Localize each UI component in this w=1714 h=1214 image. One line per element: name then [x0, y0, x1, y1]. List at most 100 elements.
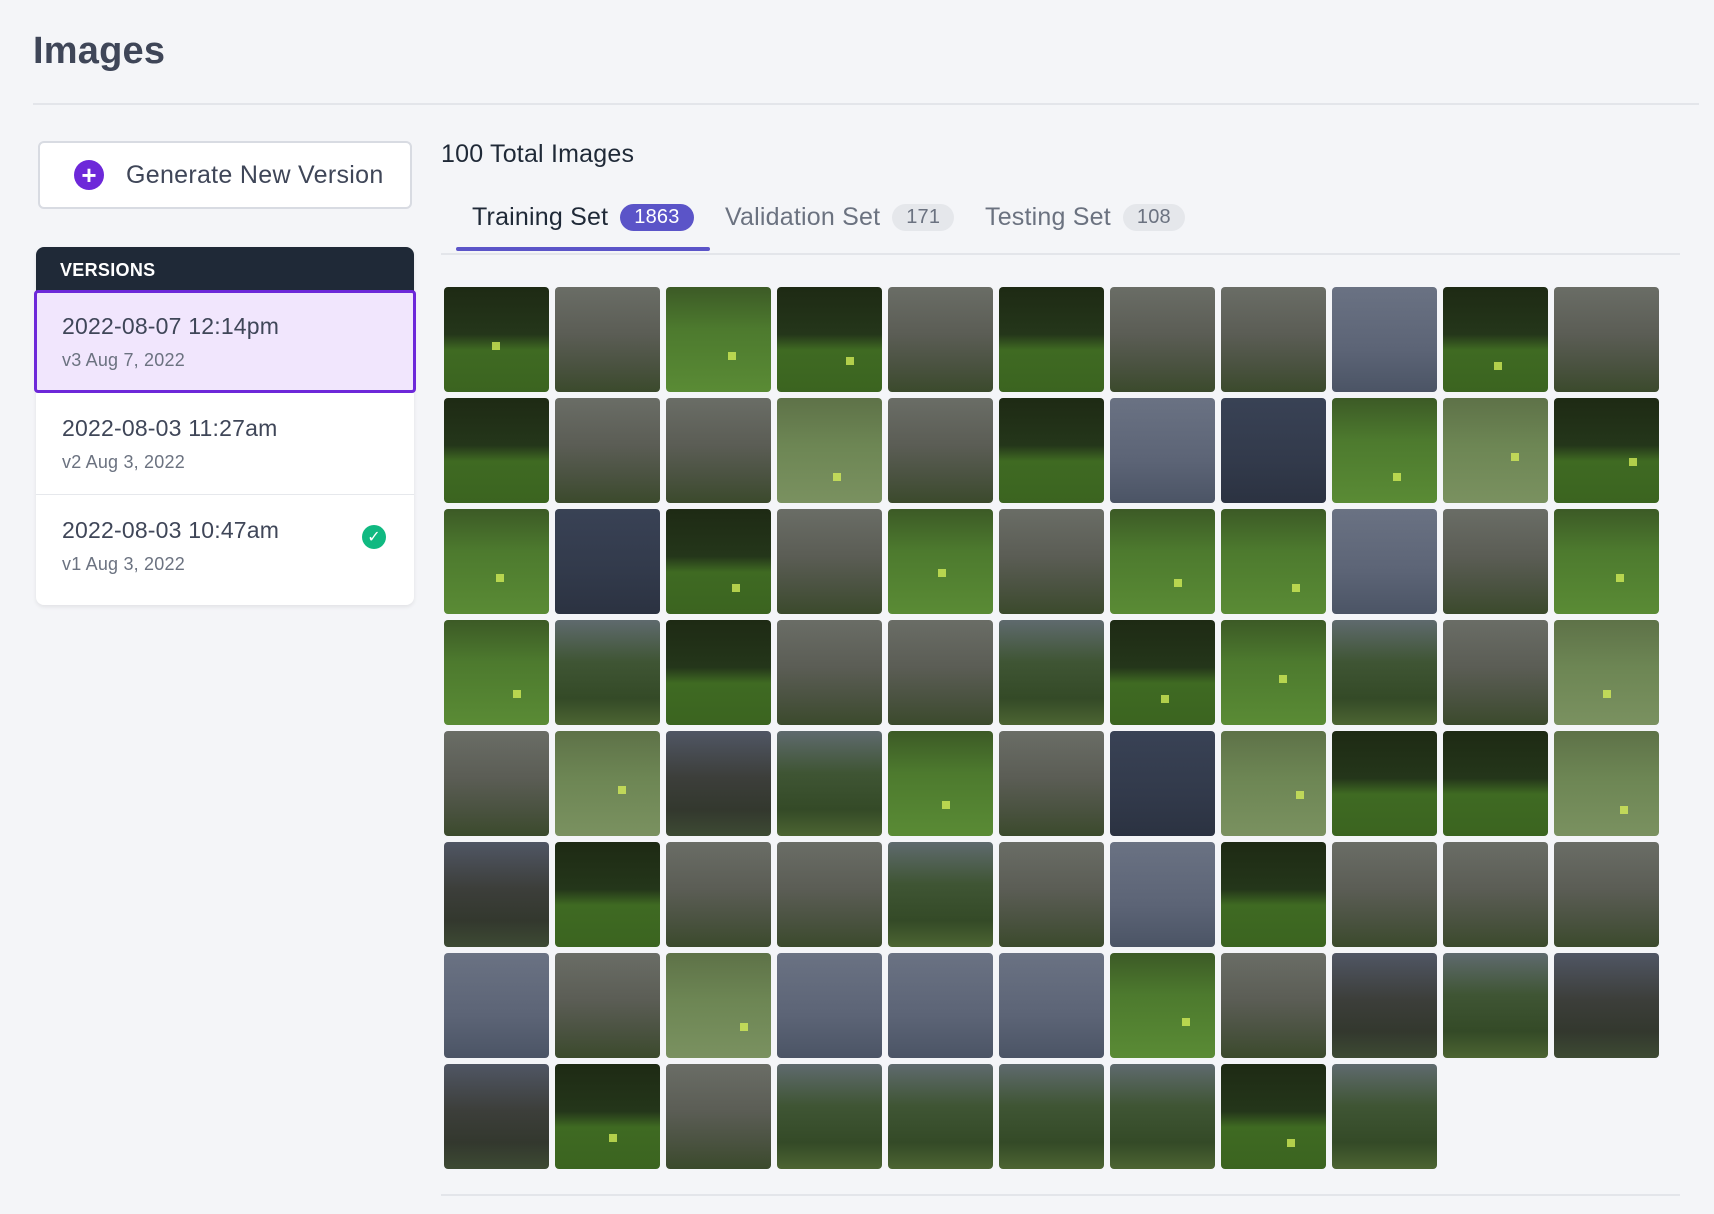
image-thumbnail[interactable]	[888, 1064, 993, 1169]
image-thumbnail[interactable]	[777, 398, 882, 503]
image-thumbnail[interactable]	[1110, 953, 1215, 1058]
image-thumbnail[interactable]	[666, 620, 771, 725]
image-thumbnail[interactable]	[1554, 509, 1659, 614]
image-thumbnail[interactable]	[999, 287, 1104, 392]
annotation-marker	[732, 584, 740, 592]
image-thumbnail[interactable]	[666, 1064, 771, 1169]
image-thumbnail[interactable]	[1110, 620, 1215, 725]
image-thumbnail[interactable]	[1110, 398, 1215, 503]
image-thumbnail[interactable]	[999, 620, 1104, 725]
image-thumbnail[interactable]	[1110, 287, 1215, 392]
image-thumbnail[interactable]	[1221, 1064, 1326, 1169]
image-thumbnail[interactable]	[666, 398, 771, 503]
image-thumbnail[interactable]	[444, 287, 549, 392]
page-title: Images	[33, 30, 166, 72]
image-thumbnail[interactable]	[1554, 842, 1659, 947]
image-thumbnail[interactable]	[1332, 731, 1437, 836]
image-thumbnail[interactable]	[444, 620, 549, 725]
image-thumbnail[interactable]	[555, 509, 660, 614]
annotation-marker	[1296, 791, 1304, 799]
image-thumbnail[interactable]	[1221, 842, 1326, 947]
image-thumbnail[interactable]	[1221, 287, 1326, 392]
image-thumbnail[interactable]	[666, 731, 771, 836]
image-thumbnail[interactable]	[666, 287, 771, 392]
image-thumbnail[interactable]	[999, 842, 1104, 947]
image-thumbnail[interactable]	[1332, 842, 1437, 947]
image-thumbnail[interactable]	[1332, 398, 1437, 503]
version-item-v2[interactable]: 2022-08-03 11:27am v2 Aug 3, 2022	[36, 393, 414, 495]
image-thumbnail[interactable]	[444, 398, 549, 503]
image-thumbnail[interactable]	[888, 620, 993, 725]
image-thumbnail[interactable]	[888, 953, 993, 1058]
image-thumbnail[interactable]	[888, 509, 993, 614]
image-thumbnail[interactable]	[777, 731, 882, 836]
image-thumbnail[interactable]	[999, 398, 1104, 503]
image-thumbnail[interactable]	[1443, 953, 1548, 1058]
image-thumbnail[interactable]	[1221, 953, 1326, 1058]
image-thumbnail[interactable]	[777, 842, 882, 947]
image-thumbnail[interactable]	[888, 287, 993, 392]
image-thumbnail[interactable]	[1443, 398, 1548, 503]
image-thumbnail[interactable]	[777, 509, 882, 614]
image-thumbnail[interactable]	[1554, 287, 1659, 392]
image-thumbnail[interactable]	[666, 509, 771, 614]
image-thumbnail[interactable]	[1110, 1064, 1215, 1169]
image-thumbnail[interactable]	[444, 509, 549, 614]
image-thumbnail[interactable]	[1221, 398, 1326, 503]
image-thumbnail[interactable]	[999, 509, 1104, 614]
image-thumbnail[interactable]	[1443, 842, 1548, 947]
image-thumbnail[interactable]	[555, 620, 660, 725]
tab-testing-set[interactable]: Testing Set 108	[985, 183, 1185, 251]
image-thumbnail[interactable]	[666, 842, 771, 947]
image-thumbnail[interactable]	[555, 287, 660, 392]
image-thumbnail[interactable]	[1332, 509, 1437, 614]
generate-new-version-button[interactable]: + Generate New Version	[38, 141, 412, 209]
image-thumbnail[interactable]	[1110, 509, 1215, 614]
image-thumbnail[interactable]	[444, 731, 549, 836]
image-thumbnail[interactable]	[1554, 953, 1659, 1058]
image-thumbnail[interactable]	[1332, 953, 1437, 1058]
image-thumbnail[interactable]	[555, 842, 660, 947]
image-thumbnail[interactable]	[1554, 398, 1659, 503]
image-thumbnail[interactable]	[1554, 620, 1659, 725]
image-thumbnail[interactable]	[888, 842, 993, 947]
version-item-v3[interactable]: 2022-08-07 12:14pm v3 Aug 7, 2022	[34, 290, 416, 393]
image-thumbnail[interactable]	[1110, 842, 1215, 947]
tab-count-badge: 1863	[620, 203, 694, 231]
image-thumbnail[interactable]	[888, 731, 993, 836]
image-thumbnail[interactable]	[1332, 620, 1437, 725]
image-thumbnail[interactable]	[1443, 287, 1548, 392]
image-thumbnail[interactable]	[888, 398, 993, 503]
tab-validation-set[interactable]: Validation Set 171	[725, 183, 955, 251]
image-thumbnail[interactable]	[666, 953, 771, 1058]
image-thumbnail[interactable]	[1221, 620, 1326, 725]
image-thumbnail[interactable]	[777, 287, 882, 392]
version-item-v1[interactable]: 2022-08-03 10:47am v1 Aug 3, 2022 ✓	[36, 495, 414, 605]
image-thumbnail[interactable]	[555, 953, 660, 1058]
image-thumbnail[interactable]	[1332, 1064, 1437, 1169]
image-thumbnail[interactable]	[444, 1064, 549, 1169]
image-thumbnail[interactable]	[1221, 509, 1326, 614]
tab-label: Testing Set	[985, 202, 1111, 231]
image-thumbnail[interactable]	[1110, 731, 1215, 836]
annotation-marker	[1511, 453, 1519, 461]
image-thumbnail[interactable]	[1443, 620, 1548, 725]
image-thumbnail[interactable]	[1443, 731, 1548, 836]
image-thumbnail[interactable]	[1443, 509, 1548, 614]
image-thumbnail[interactable]	[1554, 731, 1659, 836]
image-thumbnail[interactable]	[999, 1064, 1104, 1169]
image-thumbnail[interactable]	[777, 620, 882, 725]
tab-training-set[interactable]: Training Set 1863	[472, 183, 694, 251]
image-thumbnail[interactable]	[777, 953, 882, 1058]
image-thumbnail[interactable]	[555, 731, 660, 836]
image-thumbnail[interactable]	[444, 953, 549, 1058]
image-thumbnail[interactable]	[555, 1064, 660, 1169]
version-subtitle: v3 Aug 7, 2022	[62, 350, 185, 370]
image-thumbnail[interactable]	[1221, 731, 1326, 836]
image-thumbnail[interactable]	[999, 731, 1104, 836]
image-thumbnail[interactable]	[444, 842, 549, 947]
image-thumbnail[interactable]	[999, 953, 1104, 1058]
image-thumbnail[interactable]	[1332, 287, 1437, 392]
image-thumbnail[interactable]	[555, 398, 660, 503]
image-thumbnail[interactable]	[777, 1064, 882, 1169]
